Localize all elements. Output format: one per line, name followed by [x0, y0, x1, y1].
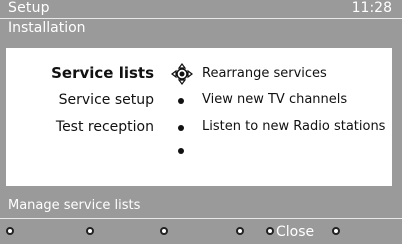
top-bar: Setup 11:28 — [0, 0, 402, 19]
option-rearrange-services[interactable]: Rearrange services — [202, 66, 327, 81]
function-key-icon[interactable] — [160, 227, 168, 235]
menu-item-service-lists[interactable]: Service lists — [51, 64, 154, 82]
close-key-icon[interactable] — [266, 227, 274, 235]
dpad-icon — [171, 63, 193, 85]
option-listen-new-radio[interactable]: Listen to new Radio stations — [202, 119, 385, 134]
status-text: Manage service lists — [8, 198, 141, 213]
submenu-title: Installation — [8, 20, 86, 36]
status-bar: Manage service lists — [0, 194, 402, 219]
option-view-new-tv-channels[interactable]: View new TV channels — [202, 92, 347, 107]
function-key-icon[interactable] — [86, 227, 94, 235]
menu-item-service-setup[interactable]: Service setup — [59, 92, 154, 108]
tv-setup-screen: Setup 11:28 Installation Service lists S… — [0, 0, 402, 244]
menu-item-test-reception[interactable]: Test reception — [56, 119, 154, 135]
left-menu-pane: Service lists Service setup Test recepti… — [8, 50, 196, 184]
close-label[interactable]: Close — [276, 224, 314, 240]
bullet-icon — [178, 125, 184, 131]
clock: 11:28 — [351, 0, 392, 16]
function-key-icon[interactable] — [236, 227, 244, 235]
function-key-icon[interactable] — [6, 227, 14, 235]
function-key-bar: Close — [0, 222, 402, 244]
bullet-icon — [178, 148, 184, 154]
right-options-pane: Rearrange services View new TV channels … — [196, 50, 390, 184]
bullet-icon — [178, 98, 184, 104]
menu-title: Setup — [8, 0, 50, 16]
function-key-icon[interactable] — [332, 227, 340, 235]
menu-panel: Service lists Service setup Test recepti… — [6, 48, 392, 186]
